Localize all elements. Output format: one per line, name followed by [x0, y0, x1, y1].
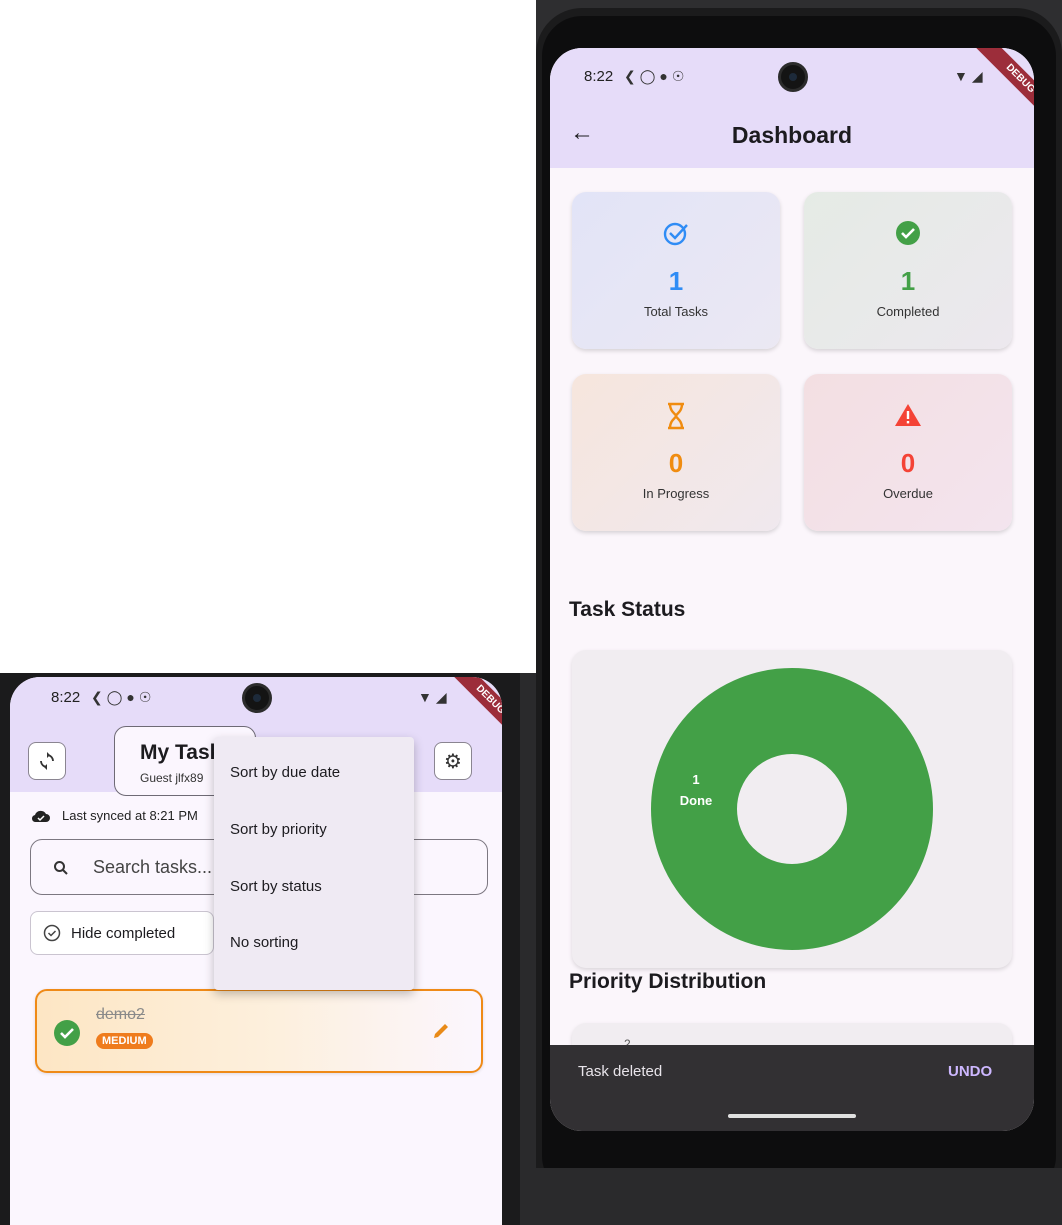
stat-card-total[interactable]: 1 Total Tasks — [572, 192, 780, 349]
mic-icon: ☉ — [671, 68, 689, 84]
signal-icon: ◢ — [971, 68, 987, 84]
sync-icon — [40, 752, 54, 770]
task-title: demo2 — [96, 1006, 145, 1023]
device-side-edge — [520, 673, 536, 1225]
page-title: My Task — [140, 741, 222, 764]
search-placeholder: Search tasks... — [93, 857, 213, 877]
snackbar: Task deleted UNDO — [550, 1045, 1034, 1131]
hide-completed-label: Hide completed — [71, 924, 176, 942]
hourglass-icon — [572, 402, 780, 432]
flutter-icon: ❮ — [624, 68, 640, 84]
sync-status: Last synced at 8:21 PM — [31, 808, 198, 823]
home-indicator[interactable] — [728, 1114, 856, 1118]
flutter-icon: ❮ — [91, 689, 107, 705]
stat-label: Total Tasks — [643, 304, 709, 319]
stat-label: Overdue — [883, 486, 933, 501]
dashboard-screen: 8:22 ❮◯●☉ ▼◢ DEBUG ← Dashboard 1 Total T… — [550, 48, 1034, 1131]
menu-item-no-sorting[interactable]: No sorting — [230, 934, 298, 951]
stat-value: 1 — [900, 266, 916, 296]
check-circle-filled-icon[interactable] — [53, 1019, 81, 1047]
stat-value: 1 — [668, 266, 684, 296]
edit-pencil-icon[interactable] — [431, 1021, 451, 1041]
stat-card-overdue[interactable]: 0 Overdue — [804, 374, 1012, 531]
menu-item-sort-status[interactable]: Sort by status — [230, 878, 322, 895]
signal-icon: ◢ — [435, 689, 451, 705]
hide-completed-chip[interactable]: Hide completed — [30, 911, 214, 955]
wifi-icon: ▼ — [418, 689, 436, 705]
stat-label: Completed — [876, 304, 940, 319]
security-icon: ● — [126, 689, 139, 705]
task-status-card: 1 Done — [572, 650, 1012, 968]
snackbar-message: Task deleted — [578, 1063, 663, 1080]
status-signal-icons: ▼◢ — [954, 68, 987, 85]
donut-slice-done[interactable] — [651, 668, 933, 950]
check-circle-filled-icon — [804, 220, 1012, 250]
device-lower-edge — [536, 1168, 1062, 1225]
camera-cutout — [242, 683, 272, 713]
priority-distribution-title: Priority Distribution — [569, 970, 767, 993]
gear-icon: ⚙ — [444, 750, 462, 773]
priority-badge: MEDIUM — [96, 1033, 153, 1049]
task-status-donut-chart: 1 Done — [651, 668, 933, 950]
undo-button[interactable]: UNDO — [948, 1063, 992, 1080]
mic-icon: ☉ — [138, 689, 156, 705]
sync-status-text: Last synced at 8:21 PM — [62, 808, 198, 823]
stat-card-completed[interactable]: 1 Completed — [804, 192, 1012, 349]
wifi-icon: ▼ — [954, 68, 972, 84]
security-icon: ● — [659, 68, 672, 84]
search-icon — [54, 861, 68, 875]
stat-card-in-progress[interactable]: 0 In Progress — [572, 374, 780, 531]
status-notification-icons: ❮◯●☉ — [91, 689, 155, 706]
shield-icon: ◯ — [106, 689, 127, 705]
camera-cutout — [778, 62, 808, 92]
status-signal-icons: ▼◢ — [418, 689, 451, 706]
sync-button[interactable] — [28, 742, 66, 780]
menu-item-sort-due-date[interactable]: Sort by due date — [230, 764, 340, 781]
sort-menu: Sort by due date Sort by priority Sort b… — [214, 737, 414, 990]
tasks-screen: 8:22 ❮◯●☉ ▼◢ DEBUG My Task Guest jlfx89 … — [10, 677, 502, 1225]
warning-icon — [804, 402, 1012, 432]
stat-value: 0 — [900, 448, 916, 478]
shield-icon: ◯ — [639, 68, 660, 84]
stat-value: 0 — [668, 448, 684, 478]
page-title: Dashboard — [731, 122, 853, 148]
cloud-done-icon — [31, 810, 50, 822]
status-time: 8:22 — [51, 689, 81, 706]
settings-button[interactable]: ⚙ — [434, 742, 472, 780]
task-status-title: Task Status — [569, 598, 686, 621]
check-circle-outline-icon — [572, 220, 780, 250]
status-notification-icons: ❮◯●☉ — [624, 68, 688, 85]
task-card[interactable]: demo2 MEDIUM — [35, 989, 483, 1073]
user-subtitle: Guest jlfx89 — [140, 771, 204, 785]
check-circle-outline-icon — [43, 924, 61, 942]
menu-item-sort-priority[interactable]: Sort by priority — [230, 821, 327, 838]
status-time: 8:22 — [584, 68, 614, 85]
stat-label: In Progress — [642, 486, 710, 501]
